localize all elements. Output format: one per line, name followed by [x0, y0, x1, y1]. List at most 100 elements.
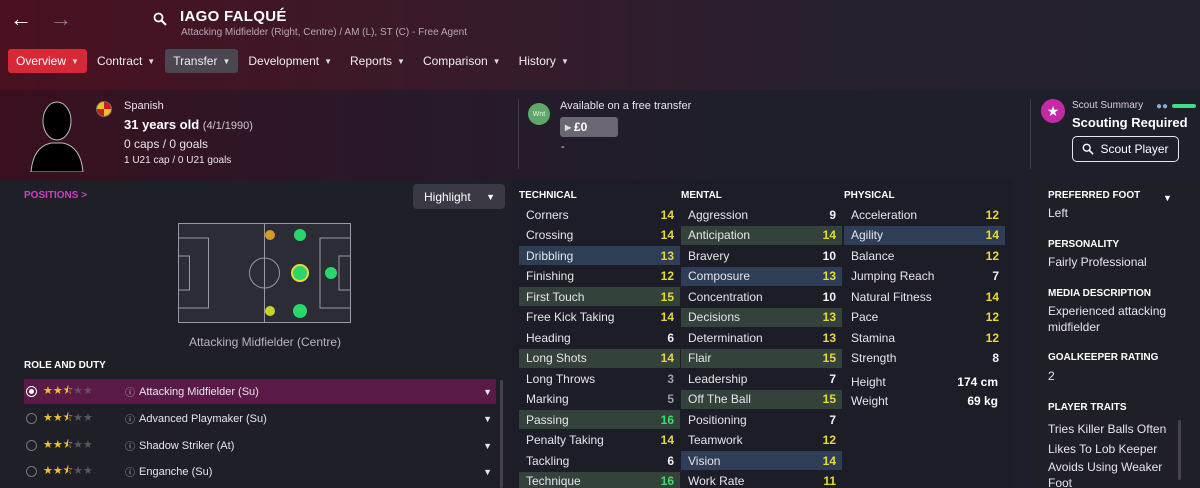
technical-attribute-row[interactable]: Crossing 14 [519, 226, 680, 245]
mental-title: MENTAL [681, 190, 722, 201]
technical-attribute-row[interactable]: Free Kick Taking 14 [519, 308, 680, 327]
preferred-foot-title: PREFERRED FOOT [1048, 190, 1141, 201]
position-dot [265, 230, 275, 240]
technical-attribute-row[interactable]: Heading 6 [519, 328, 680, 347]
tab-transfer[interactable]: Transfer ▼ [165, 49, 239, 73]
goalkeeper-rating: 2 [1048, 369, 1055, 383]
chevron-down-icon[interactable]: ▼ [483, 387, 492, 397]
role-label: Attacking Midfielder (Su) [139, 385, 259, 398]
highlight-dropdown[interactable]: Highlight ▼ [413, 184, 505, 209]
scout-summary-value: Scouting Required [1072, 115, 1188, 130]
info-icon[interactable]: ⓘ [125, 411, 139, 426]
mental-attribute-row[interactable]: Positioning 7 [681, 410, 842, 429]
chevron-down-icon[interactable]: ▼ [1163, 193, 1172, 203]
technical-attribute-row[interactable]: Finishing 12 [519, 267, 680, 286]
attribute-name: Penalty Taking [526, 433, 604, 447]
radio-button[interactable] [26, 386, 37, 397]
positions-link[interactable]: POSITIONS > [24, 190, 87, 201]
physical-attribute-row[interactable]: Pace 12 [844, 308, 1005, 327]
attribute-value: 12 [985, 207, 999, 222]
attribute-value: 15 [822, 392, 836, 406]
radio-button[interactable] [26, 413, 37, 424]
role-row[interactable]: ★★⯪★★ ⓘ Advanced Playmaker (Su) ▼ [24, 406, 496, 431]
attribute-value: 14 [660, 228, 674, 242]
star-icon: ★ [43, 465, 53, 477]
forward-arrow-icon[interactable]: → [50, 8, 72, 30]
physical-attribute-row[interactable]: Balance 12 [844, 246, 1005, 265]
attribute-name: Passing [526, 412, 569, 427]
role-row[interactable]: ★★⯪★★ ⓘ Enganche (Su) ▼ [24, 459, 496, 484]
technical-attribute-row[interactable]: Dribbling 13 [519, 246, 680, 265]
attribute-value: 15 [660, 289, 674, 304]
player-name: IAGO FALQUÉ [180, 8, 287, 25]
tab-reports[interactable]: Reports ▼ [342, 49, 413, 73]
attribute-value: 16 [660, 474, 674, 488]
chevron-down-icon[interactable]: ▼ [483, 414, 492, 424]
technical-attribute-row[interactable]: Corners 14 [519, 205, 680, 224]
mental-attribute-row[interactable]: Leadership 7 [681, 369, 842, 388]
mental-attribute-row[interactable]: Work Rate 11 [681, 472, 842, 488]
mental-attribute-row[interactable]: Concentration 10 [681, 287, 842, 306]
mental-attribute-row[interactable]: Flair 15 [681, 348, 842, 368]
mental-attribute-row[interactable]: Aggression 9 [681, 205, 842, 224]
physical-attribute-row[interactable]: Acceleration 12 [844, 205, 1005, 224]
star-icon: ⯪ [62, 385, 74, 397]
physical-attribute-row[interactable]: Strength 8 [844, 349, 1005, 368]
attribute-name: Work Rate [688, 474, 745, 488]
media-description-title: MEDIA DESCRIPTION [1048, 288, 1151, 299]
mental-attribute-row[interactable]: Anticipation 14 [681, 225, 842, 245]
physical-attribute-row[interactable]: Agility 14 [844, 225, 1005, 245]
technical-attribute-row[interactable]: Technique 16 [519, 471, 680, 488]
tab-history[interactable]: History ▼ [511, 49, 577, 73]
technical-attribute-row[interactable]: Passing 16 [519, 410, 680, 429]
physical-attribute-row[interactable]: Stamina 12 [844, 328, 1005, 347]
tag-icon: ▶ [565, 122, 572, 132]
chevron-down-icon[interactable]: ▼ [483, 441, 492, 451]
transfer-status-badge: Wnt [528, 103, 550, 125]
info-icon[interactable]: ⓘ [125, 438, 139, 453]
technical-attribute-row[interactable]: First Touch 15 [519, 287, 680, 306]
physical-attribute-row[interactable]: Jumping Reach 7 [844, 267, 1005, 286]
technical-attribute-row[interactable]: Penalty Taking 14 [519, 431, 680, 450]
radio-button[interactable] [26, 466, 37, 477]
roles-scrollbar[interactable] [500, 380, 503, 488]
tab-overview[interactable]: Overview ▼ [8, 49, 87, 73]
tab-label: Reports [350, 54, 393, 68]
attribute-name: Strength [851, 351, 897, 365]
role-row[interactable]: ★★⯪★★ ⓘ Shadow Striker (At) ▼ [24, 433, 496, 458]
mental-attribute-row[interactable]: Decisions 13 [681, 307, 842, 327]
technical-attribute-row[interactable]: Marking 5 [519, 390, 680, 409]
attribute-name: Aggression [688, 207, 749, 222]
attribute-name: Acceleration [851, 207, 918, 222]
weight-row: Weight 69 kg [851, 394, 998, 408]
mental-attribute-row[interactable]: Bravery 10 [681, 246, 842, 265]
technical-attribute-row[interactable]: Long Throws 3 [519, 369, 680, 388]
tab-comparison[interactable]: Comparison ▼ [415, 49, 509, 73]
star-icon: ★ [43, 439, 53, 451]
attribute-value: 12 [985, 310, 999, 324]
position-dot [293, 304, 307, 318]
tab-contract[interactable]: Contract ▼ [89, 49, 163, 73]
info-icon[interactable]: ⓘ [125, 464, 139, 479]
mental-attribute-row[interactable]: Determination 13 [681, 328, 842, 347]
mental-attribute-row[interactable]: Off The Ball 15 [681, 389, 842, 409]
attribute-name: First Touch [526, 289, 585, 304]
attribute-value: 15 [822, 351, 836, 365]
technical-attribute-row[interactable]: Long Shots 14 [519, 348, 680, 368]
search-icon[interactable] [153, 12, 167, 26]
mental-attribute-row[interactable]: Composure 13 [681, 266, 842, 286]
physical-attribute-row[interactable]: Natural Fitness 14 [844, 287, 1005, 306]
mental-attribute-row[interactable]: Teamwork 12 [681, 431, 842, 450]
radio-button[interactable] [26, 440, 37, 451]
chevron-down-icon[interactable]: ▼ [483, 467, 492, 477]
role-row[interactable]: ★★⯪★★ ⓘ Attacking Midfielder (Su) ▼ [24, 379, 496, 404]
technical-attribute-row[interactable]: Tackling 6 [519, 451, 680, 470]
info-icon[interactable]: ⓘ [125, 384, 139, 399]
traits-scrollbar[interactable] [1178, 420, 1181, 480]
chevron-down-icon: ▼ [492, 56, 501, 66]
scout-player-button[interactable]: Scout Player [1072, 136, 1179, 162]
attribute-name: Technique [526, 474, 581, 488]
tab-development[interactable]: Development ▼ [240, 49, 340, 73]
back-arrow-icon[interactable]: ← [10, 8, 32, 30]
mental-attribute-row[interactable]: Vision 14 [681, 451, 842, 470]
